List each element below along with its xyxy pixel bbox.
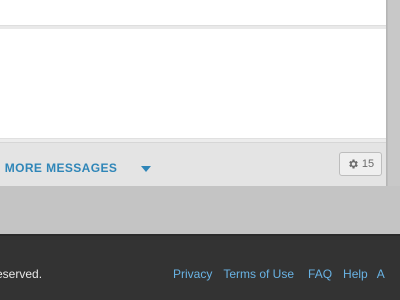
footer-link-faq[interactable]: FAQ <box>308 267 332 281</box>
settings-count: 15 <box>361 158 375 170</box>
footer-link-terms[interactable]: Terms of Use <box>223 267 294 281</box>
card-top-section <box>0 0 386 17</box>
card-divider <box>0 25 386 29</box>
caret-down-icon <box>141 165 152 172</box>
footer-link-help[interactable]: Help <box>343 267 368 281</box>
copyright-text: eserved. <box>0 267 43 281</box>
more-messages-button[interactable]: / MORE MESSAGES <box>0 161 152 175</box>
gear-icon <box>349 159 358 169</box>
card-footer: / MORE MESSAGES <box>0 142 386 186</box>
footer-link-privacy[interactable]: Privacy <box>173 267 212 281</box>
more-messages-label: MORE MESSAGES <box>4 161 118 175</box>
site-footer: eserved. Privacy Terms of Use FAQ Help A <box>0 234 400 300</box>
page-gap <box>0 186 400 234</box>
settings-count-button[interactable]: 15 <box>339 152 382 176</box>
footer-links: Privacy Terms of Use FAQ Help A <box>173 267 385 281</box>
messages-card: / MORE MESSAGES <box>0 0 387 186</box>
page: / MORE MESSAGES 15 eserved. Privacy Term… <box>0 0 400 300</box>
footer-link-truncated[interactable]: A <box>377 267 385 281</box>
